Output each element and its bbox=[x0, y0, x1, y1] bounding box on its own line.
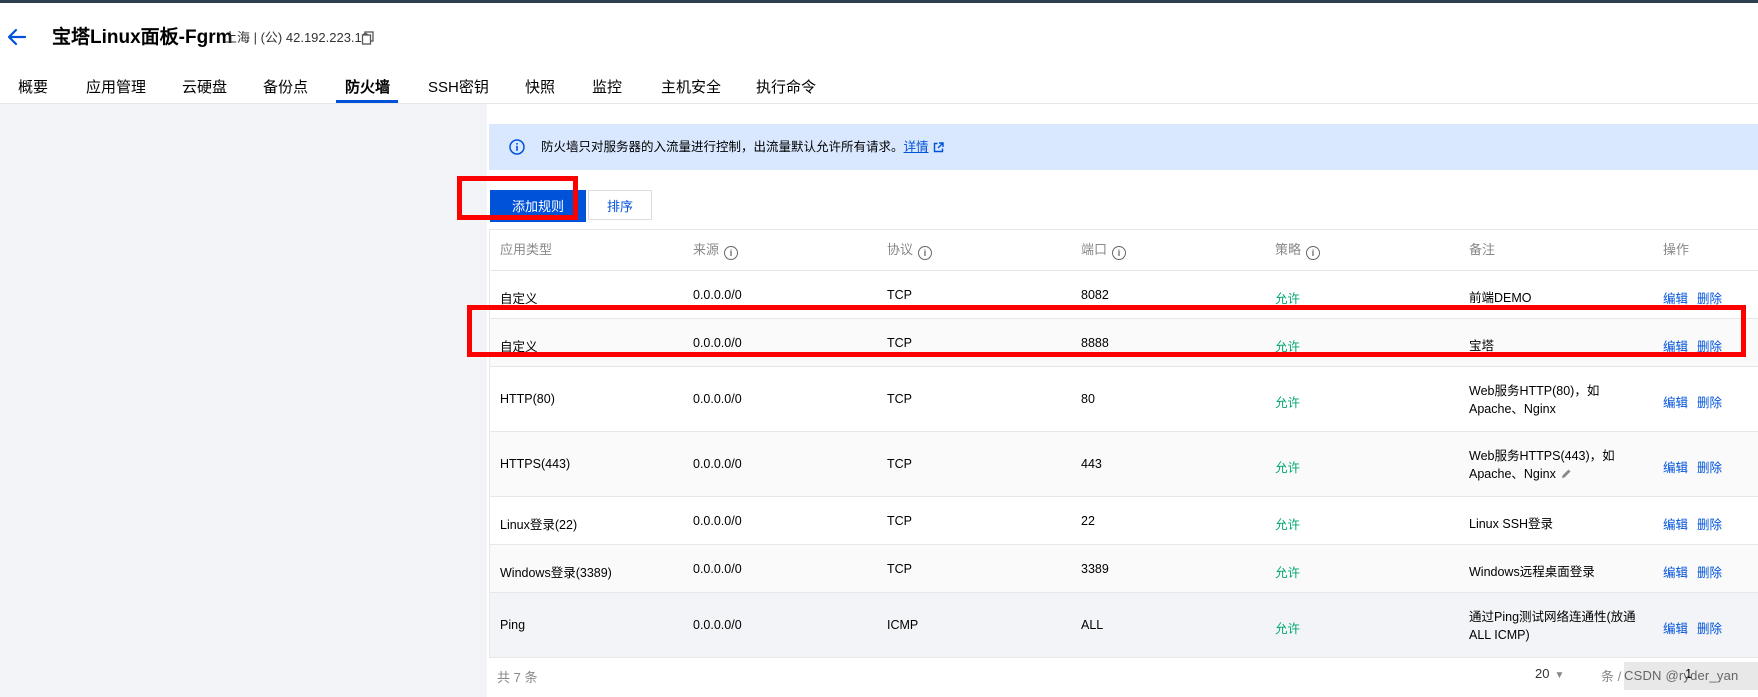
pencil-icon[interactable] bbox=[1560, 467, 1572, 485]
tab-monitoring[interactable]: 监控 bbox=[592, 78, 622, 98]
cell-note: Linux SSH登录 bbox=[1469, 517, 1554, 531]
header-source: 来源 i bbox=[693, 230, 739, 270]
cell-source: 0.0.0.0/0 bbox=[693, 514, 742, 528]
highlight-box-add-rule bbox=[457, 176, 578, 220]
cell-note: 通过Ping测试网络连通性(放通ALL ICMP) bbox=[1469, 610, 1636, 642]
total-count: 共 7 条 bbox=[497, 670, 538, 685]
info-banner: 防火墙只对服务器的入流量进行控制，出流量默认允许所有请求。详情 bbox=[489, 124, 1758, 170]
watermark: CSDN @ryder_yan bbox=[1624, 668, 1739, 683]
firewall-rules-table: 应用类型 来源 i 协议 i 端口 i 策略 i 备注 操作 自定义 0.0.0.0/0… bbox=[489, 229, 1758, 658]
edit-link[interactable]: 编辑 bbox=[1663, 514, 1688, 533]
table-header: 应用类型 来源 i 协议 i 端口 i 策略 i 备注 操作 bbox=[490, 229, 1758, 271]
cell-type: Windows登录(3389) bbox=[500, 566, 612, 580]
copy-icon[interactable] bbox=[361, 31, 375, 45]
help-icon[interactable]: i bbox=[918, 246, 933, 260]
edit-link[interactable]: 编辑 bbox=[1663, 392, 1688, 411]
tab-snapshot[interactable]: 快照 bbox=[525, 78, 555, 98]
note-text: Web服务HTTPS(443)，如Apache、Nginx bbox=[1469, 449, 1615, 481]
cell-policy: 允许 bbox=[1275, 566, 1301, 580]
delete-link[interactable]: 删除 bbox=[1697, 457, 1722, 476]
tab-cloud-disk[interactable]: 云硬盘 bbox=[182, 78, 227, 98]
cell-port: 8082 bbox=[1081, 288, 1109, 302]
cell-protocol: TCP bbox=[887, 457, 912, 471]
header-port: 端口 i bbox=[1081, 230, 1127, 270]
chevron-down-icon: ▼ bbox=[1554, 670, 1565, 681]
table-row: Windows登录(3389) 0.0.0.0/0 TCP 3389 允许 Wi… bbox=[490, 545, 1758, 593]
tab-ssh-keys[interactable]: SSH密钥 bbox=[428, 78, 489, 98]
cell-note: Web服务HTTP(80)，如Apache、Nginx bbox=[1469, 384, 1600, 416]
cell-port: 443 bbox=[1081, 457, 1102, 471]
edit-link[interactable]: 编辑 bbox=[1663, 457, 1688, 476]
delete-link[interactable]: 删除 bbox=[1697, 562, 1722, 581]
tab-overview[interactable]: 概要 bbox=[18, 78, 48, 98]
cell-source: 0.0.0.0/0 bbox=[693, 288, 742, 302]
left-blank-area bbox=[0, 104, 487, 697]
tab-run-command[interactable]: 执行命令 bbox=[756, 78, 816, 98]
cell-source: 0.0.0.0/0 bbox=[693, 457, 742, 471]
cell-protocol: TCP bbox=[887, 562, 912, 576]
delete-link[interactable]: 删除 bbox=[1697, 618, 1722, 637]
cell-type: HTTPS(443) bbox=[500, 457, 571, 471]
cell-source: 0.0.0.0/0 bbox=[693, 392, 742, 406]
page-title: 宝塔Linux面板-Fgrm bbox=[52, 27, 233, 48]
table-row: HTTPS(443) 0.0.0.0/0 TCP 443 允许 Web服务HTT… bbox=[490, 432, 1758, 497]
tab-host-security[interactable]: 主机安全 bbox=[661, 78, 721, 98]
cell-port: ALL bbox=[1081, 618, 1104, 632]
cell-protocol: ICMP bbox=[887, 618, 919, 632]
tab-backup-points[interactable]: 备份点 bbox=[263, 78, 308, 98]
banner-message: 防火墙只对服务器的入流量进行控制，出流量默认允许所有请求。详情 bbox=[541, 139, 944, 157]
cell-policy: 允许 bbox=[1275, 518, 1301, 532]
header-policy: 策略 i bbox=[1275, 230, 1321, 270]
header-note: 备注 bbox=[1469, 242, 1496, 257]
tab-firewall[interactable]: 防火墙 bbox=[345, 78, 390, 98]
cell-protocol: TCP bbox=[887, 392, 912, 406]
page-size-select[interactable]: 20 ▼ bbox=[1535, 666, 1564, 681]
cell-note: Windows远程桌面登录 bbox=[1469, 565, 1595, 579]
cell-protocol: TCP bbox=[887, 514, 912, 528]
cell-note: 前端DEMO bbox=[1469, 291, 1532, 305]
cell-port: 22 bbox=[1081, 514, 1095, 528]
cell-policy: 允许 bbox=[1275, 622, 1301, 636]
external-link-icon[interactable] bbox=[933, 141, 944, 157]
delete-link[interactable]: 删除 bbox=[1697, 392, 1722, 411]
sort-button[interactable]: 排序 bbox=[588, 190, 652, 220]
help-icon[interactable]: i bbox=[1306, 246, 1321, 260]
table-row: HTTP(80) 0.0.0.0/0 TCP 80 允许 Web服务HTTP(8… bbox=[490, 367, 1758, 432]
table-row: Linux登录(22) 0.0.0.0/0 TCP 22 允许 Linux SS… bbox=[490, 497, 1758, 545]
tab-app-management[interactable]: 应用管理 bbox=[86, 78, 146, 98]
table-row: Ping 0.0.0.0/0 ICMP ALL 允许 通过Ping测试网络连通性… bbox=[490, 593, 1758, 658]
banner-text: 防火墙只对服务器的入流量进行控制，出流量默认允许所有请求。 bbox=[541, 140, 904, 154]
header-actions: 操作 bbox=[1663, 242, 1690, 257]
top-border bbox=[0, 0, 1758, 3]
delete-link[interactable]: 删除 bbox=[1697, 514, 1722, 533]
cell-type: Linux登录(22) bbox=[500, 518, 578, 532]
instance-ip-info: 上海 | (公) 42.192.223.10 bbox=[224, 30, 370, 45]
help-icon[interactable]: i bbox=[1112, 246, 1127, 260]
pagination-bar: 共 7 条 20 ▼ 条 / 页 1 CSDN @ryder_yan bbox=[489, 654, 1758, 697]
edit-link[interactable]: 编辑 bbox=[1663, 562, 1688, 581]
header-app-type: 应用类型 bbox=[500, 242, 553, 257]
header-protocol: 协议 i bbox=[887, 230, 933, 270]
help-icon[interactable]: i bbox=[724, 246, 739, 260]
info-icon bbox=[509, 139, 525, 155]
details-link[interactable]: 详情 bbox=[904, 140, 929, 154]
cell-type: HTTP(80) bbox=[500, 392, 555, 406]
highlight-box-row-8888 bbox=[467, 305, 1746, 357]
cell-policy: 允许 bbox=[1275, 461, 1301, 475]
cell-protocol: TCP bbox=[887, 288, 912, 302]
cell-port: 80 bbox=[1081, 392, 1095, 406]
cell-type: Ping bbox=[500, 618, 526, 632]
back-arrow-icon[interactable] bbox=[6, 26, 28, 48]
cell-source: 0.0.0.0/0 bbox=[693, 618, 742, 632]
cell-port: 3389 bbox=[1081, 562, 1109, 576]
cell-policy: 允许 bbox=[1275, 396, 1301, 410]
cell-source: 0.0.0.0/0 bbox=[693, 562, 742, 576]
cell-note: Web服务HTTPS(443)，如Apache、Nginx bbox=[1469, 447, 1639, 485]
edit-link[interactable]: 编辑 bbox=[1663, 618, 1688, 637]
